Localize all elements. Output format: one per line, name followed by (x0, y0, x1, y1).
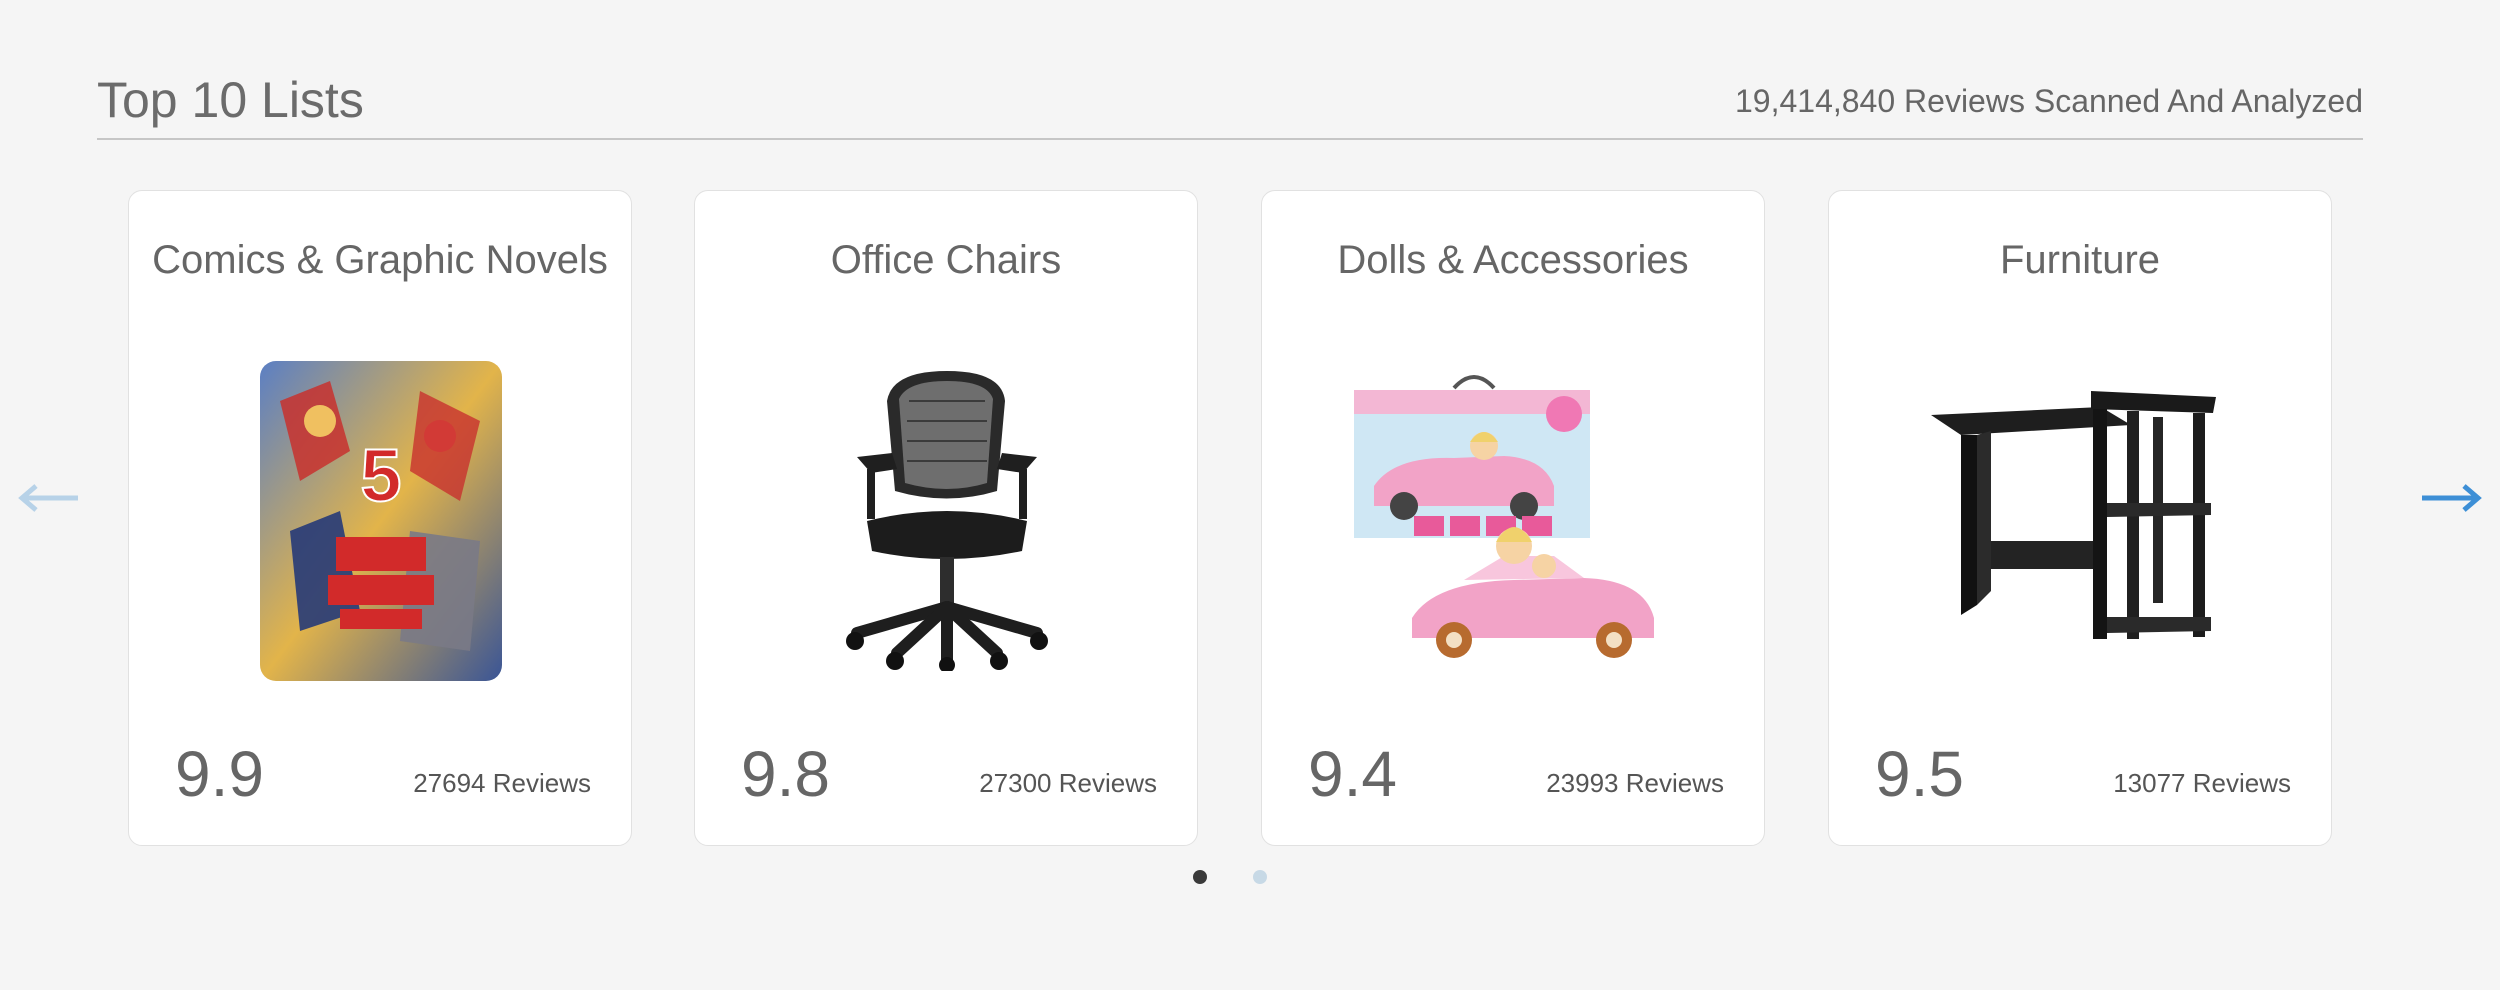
carousel-pagination (0, 870, 2500, 890)
card-title: Dolls & Accessories (1337, 238, 1689, 282)
doll-car-set-image (1344, 351, 1684, 691)
desk-with-shelves-image (1911, 351, 2251, 691)
list-card-dolls[interactable]: Dolls & Accessories 9.4 23993 Reviews (1261, 190, 1765, 846)
carousel-cards: Comics & Graphic Novels 5 9.9 27694 Revi… (128, 190, 2333, 848)
arrow-left-icon (18, 484, 78, 512)
card-score: 9.8 (741, 738, 830, 810)
office-chair-image (777, 351, 1117, 691)
card-title: Office Chairs (830, 238, 1062, 282)
pagination-dot-1[interactable] (1193, 870, 1207, 884)
card-title: Furniture (1999, 238, 2161, 282)
carousel-next-button[interactable] (2420, 478, 2484, 518)
comic-book-cover-image: 5 (211, 351, 551, 691)
top-lists-section: Top 10 Lists 19,414,840 Reviews Scanned … (0, 0, 2500, 990)
card-score: 9.4 (1308, 738, 1397, 810)
section-header: Top 10 Lists 19,414,840 Reviews Scanned … (97, 66, 2363, 140)
card-review-count: 27300 Reviews (979, 768, 1157, 798)
card-review-count: 13077 Reviews (2113, 768, 2291, 798)
svg-text:5: 5 (360, 434, 401, 517)
list-card-comics[interactable]: Comics & Graphic Novels 5 9.9 27694 Revi… (128, 190, 632, 846)
card-review-count: 27694 Reviews (413, 768, 591, 798)
list-card-furniture[interactable]: Furniture 9.5 13077 Reviews (1828, 190, 2332, 846)
pagination-dot-2[interactable] (1253, 870, 1267, 884)
card-review-count: 23993 Reviews (1546, 768, 1724, 798)
reviews-scanned-count: 19,414,840 Reviews Scanned And Analyzed (1734, 83, 2363, 119)
carousel-prev-button[interactable] (16, 478, 80, 518)
section-title: Top 10 Lists (97, 72, 364, 128)
card-title: Comics & Graphic Novels (152, 238, 608, 282)
arrow-right-icon (2422, 484, 2482, 512)
card-score: 9.9 (175, 738, 264, 810)
list-card-office-chairs[interactable]: Office Chairs 9.8 27300 Reviews (694, 190, 1198, 846)
card-score: 9.5 (1875, 738, 1964, 810)
